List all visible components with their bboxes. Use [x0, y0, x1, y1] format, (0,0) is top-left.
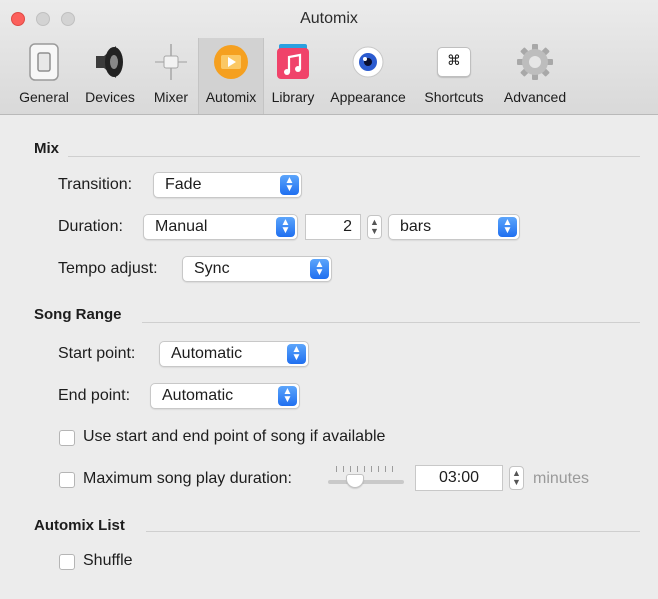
slider-thumb[interactable]: [346, 474, 364, 488]
duration-label: Duration:: [58, 218, 123, 235]
end-point-popup[interactable]: Automatic ▲ ▼: [150, 383, 300, 409]
command-glyph: ⌘: [437, 47, 471, 77]
duration-unit-value: bars: [400, 218, 432, 235]
tab-mixer[interactable]: Mixer: [144, 38, 198, 114]
transition-value: Fade: [165, 176, 202, 193]
end-point-label: End point:: [58, 387, 131, 404]
use-song-points-label: Use start and end point of song if avail…: [83, 428, 386, 445]
chevron-updown-icon: ▲ ▼: [498, 217, 517, 237]
shuffle-checkbox[interactable]: [59, 554, 75, 570]
tab-devices-label: Devices: [85, 89, 135, 105]
song-range-divider: [142, 322, 640, 323]
duration-mode-popup[interactable]: Manual ▲ ▼: [143, 214, 298, 240]
chevron-updown-icon: ▲ ▼: [310, 259, 329, 279]
command-key-icon: ⌘: [434, 42, 474, 82]
mix-divider: [68, 156, 640, 157]
titlebar: Automix General Devices Mixer Automix Li…: [0, 0, 658, 115]
chevron-updown-icon: ▲ ▼: [287, 344, 306, 364]
max-duration-field[interactable]: 03:00: [415, 465, 503, 491]
automix-list-heading: Automix List: [34, 517, 125, 534]
tab-advanced-label: Advanced: [503, 89, 567, 105]
chevron-updown-icon: ▲ ▼: [278, 386, 297, 406]
start-point-label: Start point:: [58, 345, 136, 362]
transition-label: Transition:: [58, 176, 133, 193]
shuffle-label: Shuffle: [83, 552, 133, 569]
tab-general[interactable]: General: [12, 38, 76, 114]
max-duration-checkbox[interactable]: [59, 472, 75, 488]
tempo-adjust-label: Tempo adjust:: [58, 260, 158, 277]
tab-general-label: General: [19, 89, 69, 105]
tab-shortcuts[interactable]: ⌘ Shortcuts: [414, 38, 494, 114]
eye-icon: [348, 42, 388, 82]
tab-automix[interactable]: Automix: [198, 38, 264, 114]
gear-icon: [515, 42, 555, 82]
max-duration-label: Maximum song play duration:: [83, 470, 292, 487]
use-song-points-checkbox[interactable]: [59, 430, 75, 446]
tab-automix-label: Automix: [205, 89, 257, 105]
transition-popup[interactable]: Fade ▲ ▼: [153, 172, 302, 198]
tab-shortcuts-label: Shortcuts: [424, 89, 484, 105]
switch-icon: [24, 42, 64, 82]
duration-unit-popup[interactable]: bars ▲ ▼: [388, 214, 520, 240]
max-duration-slider[interactable]: [328, 466, 404, 492]
max-duration-stepper[interactable]: ▲ ▼: [509, 466, 524, 490]
mixer-icon: [151, 42, 191, 82]
duration-amount-field[interactable]: 2: [305, 214, 361, 240]
chevron-updown-icon: ▲ ▼: [276, 217, 295, 237]
end-point-value: Automatic: [162, 387, 234, 404]
start-point-value: Automatic: [171, 345, 243, 362]
window-title: Automix: [300, 10, 358, 27]
duration-stepper[interactable]: ▲ ▼: [367, 215, 382, 239]
tab-mixer-label: Mixer: [153, 89, 189, 105]
automix-list-divider: [146, 531, 640, 532]
music-note-icon: [273, 42, 313, 82]
mix-heading: Mix: [34, 140, 60, 157]
start-point-popup[interactable]: Automatic ▲ ▼: [159, 341, 309, 367]
slider-track: [328, 480, 404, 484]
tempo-adjust-popup[interactable]: Sync ▲ ▼: [182, 256, 332, 282]
tab-devices[interactable]: Devices: [76, 38, 144, 114]
song-range-heading: Song Range: [34, 306, 122, 323]
speaker-icon: [90, 42, 130, 82]
tab-appearance[interactable]: Appearance: [322, 38, 414, 114]
tab-library[interactable]: Library: [264, 38, 322, 114]
tab-appearance-label: Appearance: [330, 89, 406, 105]
automix-icon: [211, 42, 251, 82]
chevron-updown-icon: ▲ ▼: [280, 175, 299, 195]
slider-ticks: [336, 466, 398, 472]
tab-library-label: Library: [271, 89, 315, 105]
minutes-unit-label: minutes: [533, 470, 590, 487]
duration-mode-value: Manual: [155, 218, 208, 235]
tempo-adjust-value: Sync: [194, 260, 230, 277]
tab-advanced[interactable]: Advanced: [494, 38, 576, 114]
